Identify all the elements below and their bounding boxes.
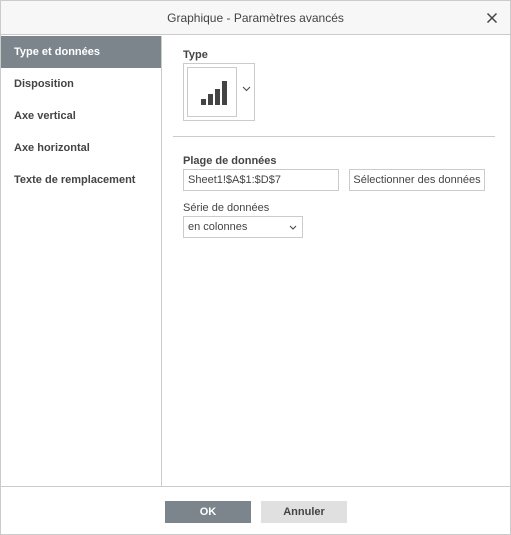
data-range-label: Plage de données — [183, 155, 277, 167]
data-series-value: en colonnes — [188, 221, 248, 233]
dialog-title: Graphique - Paramètres avancés — [167, 11, 344, 25]
sidebar-item-horizontal-axis[interactable]: Axe horizontal — [1, 132, 161, 164]
settings-panel: Type Plage de données Sheet1!$A$1:$D$7 S… — [163, 36, 510, 486]
close-button[interactable] — [484, 10, 500, 26]
chart-type-preview — [187, 67, 237, 117]
ok-button[interactable]: OK — [165, 501, 251, 523]
chart-type-picker[interactable] — [183, 63, 255, 121]
section-divider — [173, 136, 495, 137]
advanced-settings-dialog: Graphique - Paramètres avancés Type et d… — [0, 0, 511, 535]
cancel-button[interactable]: Annuler — [261, 501, 347, 523]
type-label: Type — [183, 49, 208, 61]
chevron-down-icon — [289, 225, 297, 230]
select-data-button[interactable]: Sélectionner des données — [349, 169, 485, 191]
dialog-titlebar: Graphique - Paramètres avancés — [1, 1, 510, 35]
sidebar-item-layout[interactable]: Disposition — [1, 68, 161, 100]
sidebar-item-vertical-axis[interactable]: Axe vertical — [1, 100, 161, 132]
data-range-input[interactable]: Sheet1!$A$1:$D$7 — [183, 169, 339, 191]
chevron-down-icon — [242, 86, 251, 92]
sidebar: Type et données Disposition Axe vertical… — [1, 36, 162, 486]
data-series-label: Série de données — [183, 202, 270, 214]
close-icon — [486, 12, 498, 24]
sidebar-item-type-and-data[interactable]: Type et données — [1, 36, 161, 68]
column-chart-icon — [201, 81, 227, 105]
data-series-select[interactable]: en colonnes — [183, 216, 303, 238]
dialog-footer: OK Annuler — [1, 486, 510, 534]
sidebar-item-alt-text[interactable]: Texte de remplacement — [1, 164, 161, 196]
